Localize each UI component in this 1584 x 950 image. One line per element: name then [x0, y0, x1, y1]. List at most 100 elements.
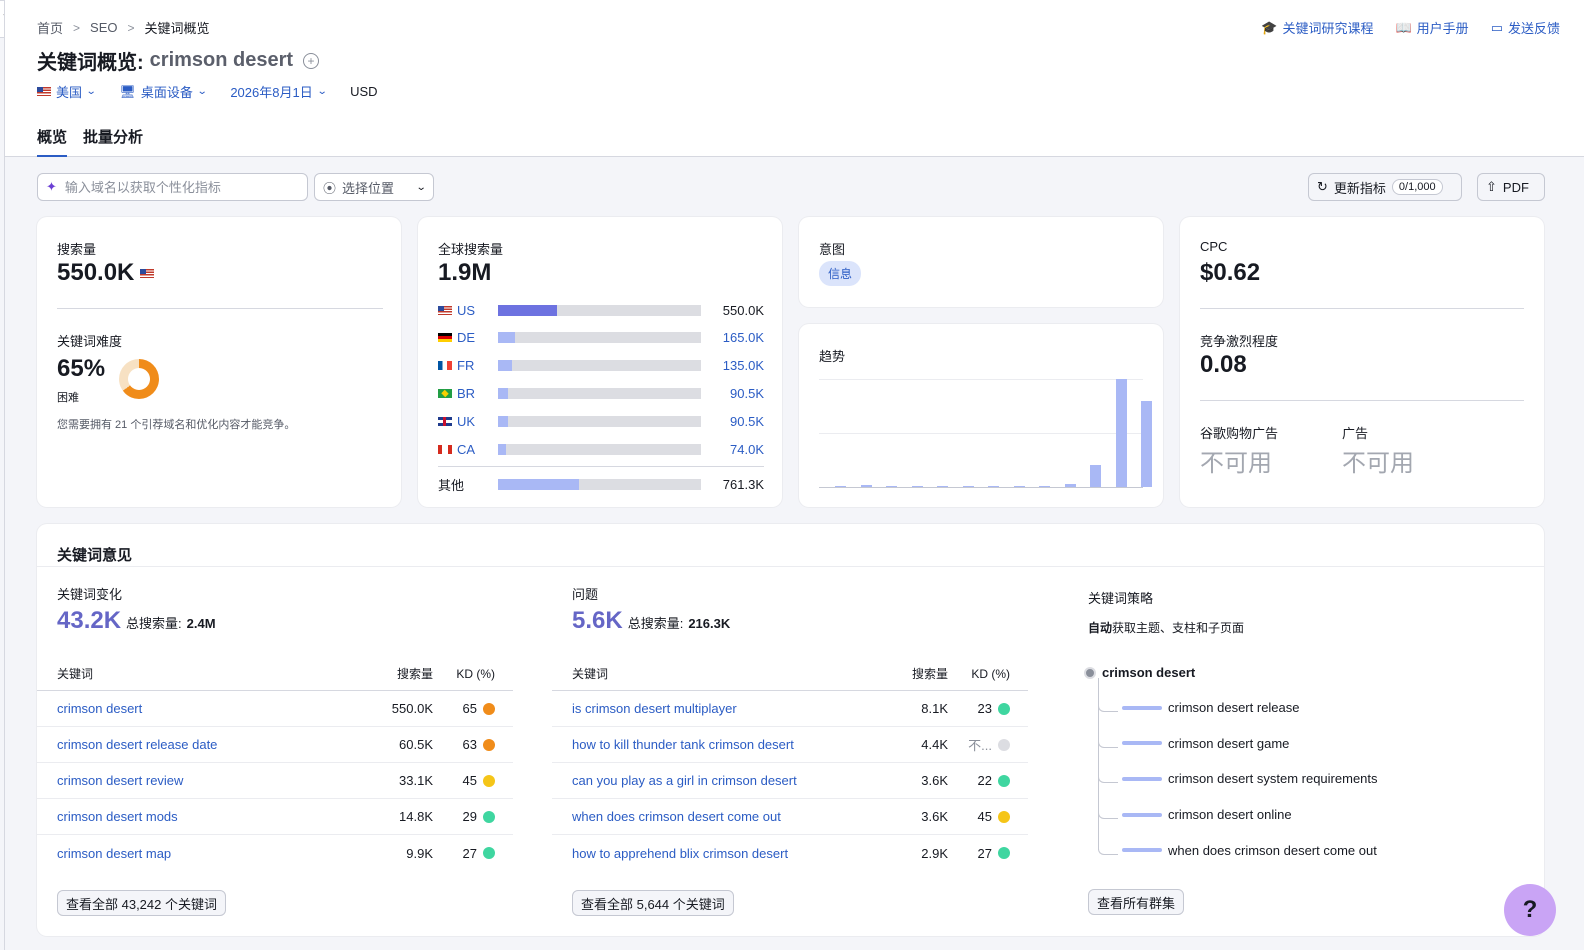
keyword-link[interactable]: crimson desert mods [57, 809, 343, 824]
comment-icon: ▭ [1490, 20, 1503, 35]
cluster-line-icon [1122, 848, 1162, 853]
trend-bar[interactable] [835, 485, 846, 487]
view-all-variations-button[interactable]: 查看全部 43,242 个关键词 [57, 890, 226, 916]
country-share-bar [498, 415, 701, 427]
column-header-kd: KD (%) [971, 666, 1010, 681]
pdf-export-button[interactable]: ⇧ PDF [1477, 173, 1545, 201]
book-icon: 📖 [1395, 20, 1412, 35]
date-select[interactable]: 2026年8月1日 ⌄ [230, 82, 327, 101]
intent-label: 意图 [819, 242, 846, 257]
kd-value: 63 [462, 737, 477, 752]
variations-table: 关键词 搜索量 KD (%) crimson desert 550.0K 65 cri… [37, 657, 513, 871]
cluster-label: crimson desert game [1168, 735, 1290, 751]
us-flag-icon [140, 268, 155, 278]
tree-connector [1098, 773, 1118, 784]
country-row-other: 其他 761.3K [438, 474, 764, 494]
questions-count-link[interactable]: 5.6K [572, 607, 623, 635]
divider [438, 466, 764, 467]
course-link[interactable]: 🎓 关键词研究课程 [1261, 18, 1373, 37]
trend-bar[interactable] [937, 485, 948, 487]
domain-input[interactable] [64, 179, 285, 195]
trend-bar[interactable] [1064, 483, 1076, 487]
country-volume[interactable]: 135.0K [723, 358, 764, 373]
country-row: UK 90.5K [438, 411, 764, 431]
tab-bulk-analysis[interactable]: 批量分析 [83, 126, 143, 157]
country-select[interactable]: 美国 ⌄ [37, 82, 97, 101]
country-code: FR [457, 358, 475, 374]
manual-link[interactable]: 📖 用户手册 [1395, 18, 1468, 37]
keyword-volume: 8.1K [921, 701, 948, 716]
keyword-volume: 3.6K [921, 809, 948, 824]
table-row: can you play as a girl in crimson desert… [552, 763, 1028, 799]
tab-overview[interactable]: 概览 [37, 126, 68, 157]
strategy-tree-item[interactable]: crimson desert game [1122, 736, 1289, 751]
trend-bar[interactable] [911, 485, 923, 487]
keyword-link[interactable]: crimson desert [57, 701, 343, 716]
keyword-ideas-title: 关键词意见 [57, 547, 133, 564]
country-code-link[interactable]: UK [438, 414, 498, 429]
keyword-link[interactable]: how to apprehend blix crimson desert [572, 846, 858, 861]
view-all-clusters-button[interactable]: 查看所有群集 [1088, 889, 1185, 915]
variations-count-link[interactable]: 43.2K [57, 607, 121, 635]
breadcrumb-home[interactable]: 首页 [37, 18, 63, 37]
country-volume[interactable]: 90.5K [730, 386, 764, 401]
country-volume[interactable]: 74.0K [730, 442, 764, 457]
location-select[interactable]: ⦿ 选择位置 ⌄ [314, 173, 434, 201]
table-row: crimson desert map 9.9K 27 [37, 835, 513, 871]
strategy-tree-item[interactable]: crimson desert release [1122, 700, 1300, 715]
country-share-fill [498, 478, 580, 490]
shopping-ads-value: 不可用 [1200, 450, 1272, 477]
feedback-link[interactable]: ▭ 发送反馈 [1491, 18, 1560, 37]
cluster-label: crimson desert system requirements [1168, 771, 1378, 787]
cpc-card: CPC $0.62 竞争激烈程度 0.08 谷歌购物广告 不可用 广告 不可用 [1180, 217, 1544, 507]
volume-label: 搜索量 [57, 242, 97, 257]
breadcrumb-current: 关键词概览 [144, 21, 210, 36]
trend-bar[interactable] [886, 486, 897, 487]
keyword-link[interactable]: crimson desert release date [57, 737, 343, 752]
keyword-link[interactable]: can you play as a girl in crimson desert [572, 773, 858, 788]
country-code-link[interactable]: US [438, 303, 498, 318]
device-select[interactable]: 🖥 桌面设备 ⌄ [119, 82, 207, 101]
country-share-bar [498, 478, 701, 490]
questions-total-label: 总搜索量: [627, 616, 684, 631]
help-button[interactable]: ? [1504, 884, 1556, 936]
keyword-link[interactable]: crimson desert review [57, 773, 343, 788]
trend-bar[interactable] [860, 485, 872, 487]
country-code-link[interactable]: BR [438, 386, 498, 401]
breadcrumb-seo[interactable]: SEO [90, 20, 117, 35]
trend-bar[interactable] [1013, 485, 1025, 487]
trend-bar[interactable] [1141, 400, 1152, 487]
trend-bar[interactable] [962, 485, 974, 487]
variations-total-label: 总搜索量: [126, 616, 182, 631]
refresh-metrics-button[interactable]: ↻ 更新指标 0/1,000 [1308, 173, 1462, 201]
cluster-line-icon [1122, 776, 1162, 781]
keyword-link[interactable]: crimson desert map [57, 846, 343, 861]
country-code-link[interactable]: FR [438, 358, 498, 373]
uk-flag-icon [438, 416, 452, 426]
keyword-link[interactable]: how to kill thunder tank crimson desert [572, 737, 858, 752]
view-all-questions-button[interactable]: 查看全部 5,644 个关键词 [572, 890, 734, 916]
country-volume[interactable]: 90.5K [730, 414, 764, 429]
country-code-link[interactable]: CA [438, 442, 498, 457]
trend-bar[interactable] [1115, 379, 1127, 487]
country-volume[interactable]: 165.0K [723, 330, 764, 345]
trend-bar[interactable] [988, 485, 999, 487]
country-code-link[interactable]: DE [438, 330, 498, 345]
table-row: how to kill thunder tank crimson desert 4… [552, 727, 1028, 763]
global-volume-card: 全球搜索量 1.9M US 550.0K DE 165.0K FR 135.0K BR 90.… [418, 217, 782, 507]
trend-bar[interactable] [1039, 485, 1050, 487]
baseline [819, 487, 1143, 488]
strategy-tree-item[interactable]: crimson desert system requirements [1122, 771, 1378, 786]
keyword-link[interactable]: is crimson desert multiplayer [572, 701, 858, 716]
country-row: BR 90.5K [438, 383, 764, 403]
strategy-tree-item[interactable]: crimson desert online [1122, 807, 1292, 822]
page-title-keyword: crimson desert [149, 49, 294, 71]
device-select-label: 桌面设备 [140, 85, 193, 100]
add-to-list-icon[interactable]: + [303, 52, 320, 69]
keyword-kd: 45 [948, 809, 1010, 824]
strategy-tree-item[interactable]: when does crimson desert come out [1122, 843, 1377, 858]
trend-bar[interactable] [1090, 465, 1101, 487]
column-header-kd: KD (%) [456, 666, 495, 681]
keyword-link[interactable]: when does crimson desert come out [572, 809, 858, 824]
kd-value: 27 [462, 845, 477, 861]
